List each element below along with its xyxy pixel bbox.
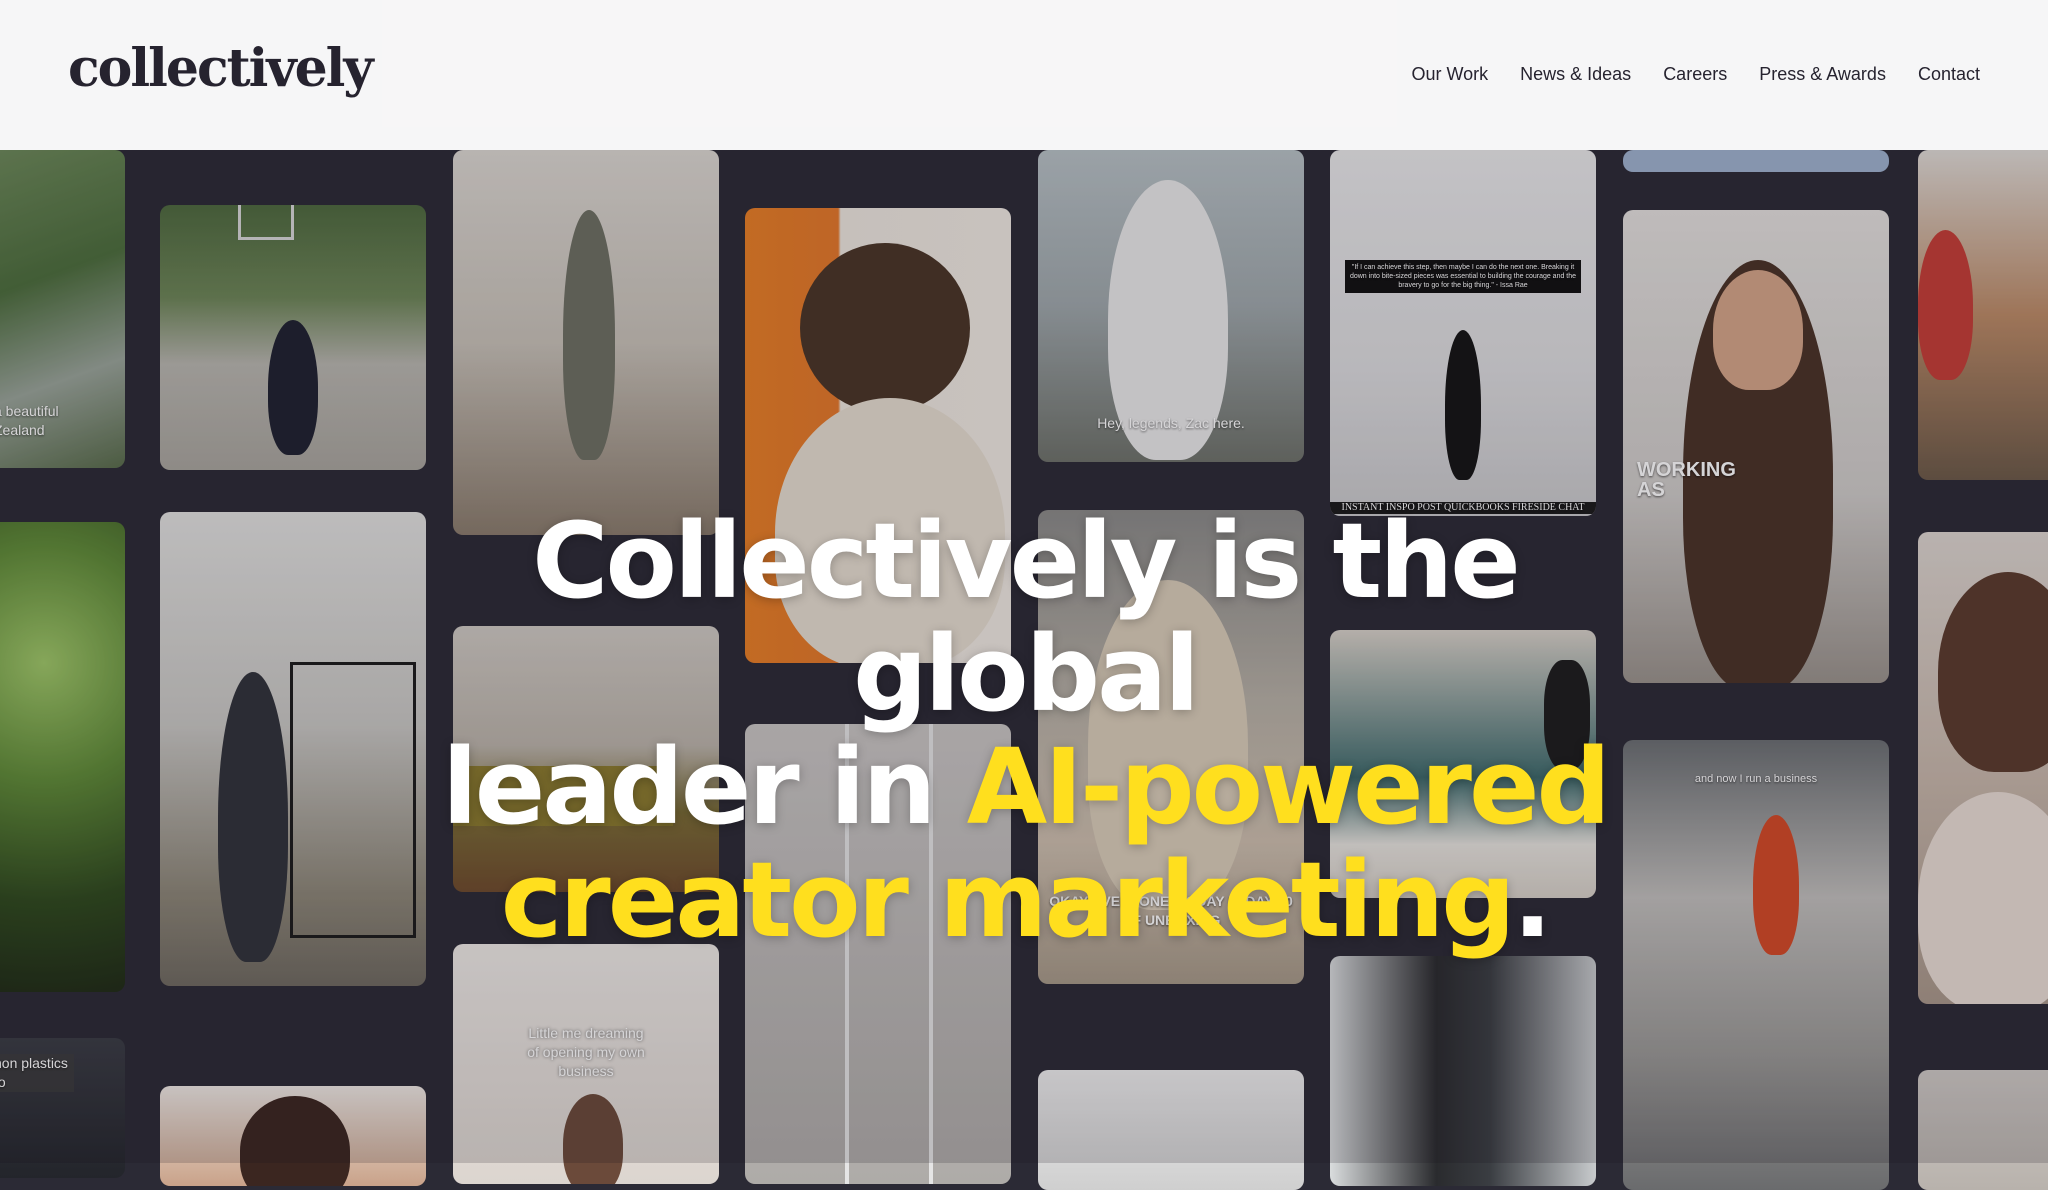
site-header: collectively Our Work News & Ideas Caree… bbox=[0, 0, 2048, 150]
video-tile-workshop bbox=[1918, 150, 2048, 480]
nav-our-work[interactable]: Our Work bbox=[1411, 64, 1488, 85]
tile-caption: Hey, legends, Zac here. bbox=[1097, 415, 1245, 431]
tile-caption: "If I can achieve this step, then maybe … bbox=[1345, 260, 1581, 293]
video-tile-sky-top bbox=[1623, 150, 1889, 172]
video-tile-zac: Hey, legends, Zac here. bbox=[1038, 150, 1304, 462]
tile-caption: WORKING AS bbox=[1637, 459, 1736, 501]
video-tile-bottom-right bbox=[1918, 1070, 2048, 1190]
video-tile-selfie bbox=[1918, 532, 2048, 1004]
main-nav: Our Work News & Ideas Careers Press & Aw… bbox=[1411, 64, 1980, 85]
nav-news-ideas[interactable]: News & Ideas bbox=[1520, 64, 1631, 85]
hero-headline: Collectively is the global leader in AI-… bbox=[380, 505, 1670, 957]
video-tile-basketball bbox=[160, 205, 426, 470]
video-tile-office bbox=[1038, 1070, 1304, 1190]
nav-press-awards[interactable]: Press & Awards bbox=[1759, 64, 1886, 85]
headline-line-2: leader in bbox=[442, 726, 967, 848]
video-tile-dreaming: Little me dreaming of opening my own bus… bbox=[453, 944, 719, 1184]
video-tile-coastline: a beautiful Zealand bbox=[0, 150, 125, 468]
headline-line-1: Collectively is the global bbox=[532, 500, 1521, 735]
logo[interactable]: collectively bbox=[68, 38, 374, 99]
video-tile-fireside: "If I can achieve this step, then maybe … bbox=[1330, 150, 1596, 516]
video-tile-kitchen bbox=[453, 150, 719, 535]
tile-caption: non plastics to bbox=[0, 1054, 74, 1092]
tile-caption: Little me dreaming of opening my own bus… bbox=[527, 1025, 645, 1079]
nav-contact[interactable]: Contact bbox=[1918, 64, 1980, 85]
headline-period: . bbox=[1512, 839, 1552, 961]
tile-caption: a beautiful Zealand bbox=[0, 403, 59, 438]
video-tile-plant bbox=[0, 522, 125, 992]
nav-careers[interactable]: Careers bbox=[1663, 64, 1727, 85]
video-tile-plastics: non plastics to bbox=[0, 1038, 125, 1178]
headline-highlight-ai-powered: AI-powered bbox=[966, 726, 1611, 848]
headline-highlight-creator-marketing: creator marketing bbox=[500, 839, 1516, 961]
video-tile-window bbox=[1330, 956, 1596, 1186]
video-tile-portrait bbox=[160, 1086, 426, 1186]
